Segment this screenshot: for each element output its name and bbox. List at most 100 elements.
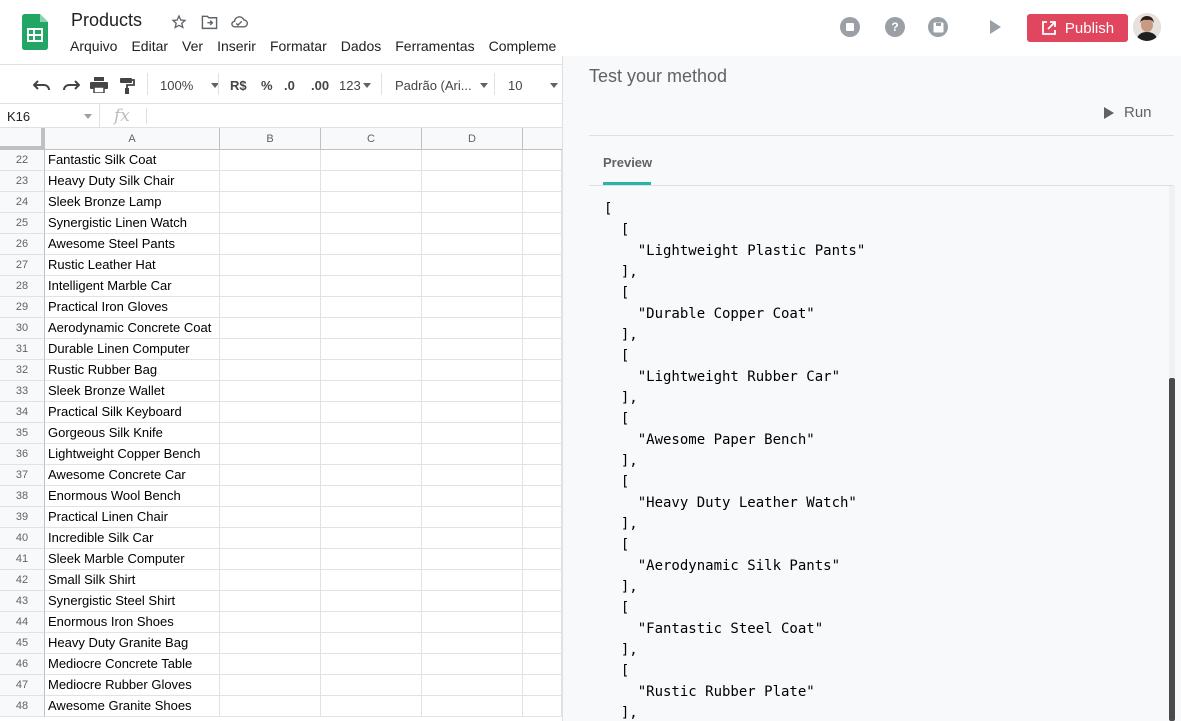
percent-format-button[interactable]: %: [261, 76, 273, 94]
cell-a[interactable]: Enormous Wool Bench: [45, 486, 220, 507]
column-header-b[interactable]: B: [220, 128, 321, 150]
cell-a[interactable]: Intelligent Marble Car: [45, 276, 220, 297]
cell-a[interactable]: Synergistic Steel Shirt: [45, 591, 220, 612]
more-formats-button[interactable]: 123: [339, 76, 371, 94]
row-header[interactable]: 41: [0, 549, 45, 570]
cell-d[interactable]: [422, 675, 523, 696]
row-header[interactable]: 26: [0, 234, 45, 255]
undo-icon[interactable]: [33, 76, 51, 94]
cell-b[interactable]: [220, 423, 321, 444]
cell-d[interactable]: [422, 234, 523, 255]
cell-c[interactable]: [321, 570, 422, 591]
cell-b[interactable]: [220, 528, 321, 549]
cell-d[interactable]: [422, 318, 523, 339]
tab-preview[interactable]: Preview: [603, 155, 652, 170]
row-header[interactable]: 45: [0, 633, 45, 654]
cell-d[interactable]: [422, 528, 523, 549]
cell-d[interactable]: [422, 654, 523, 675]
cell-c[interactable]: [321, 528, 422, 549]
cell-e[interactable]: [523, 465, 562, 486]
font-size-select[interactable]: 10: [508, 76, 559, 94]
cell-c[interactable]: [321, 507, 422, 528]
row-header[interactable]: 24: [0, 192, 45, 213]
cell-e[interactable]: [523, 612, 562, 633]
cell-b[interactable]: [220, 213, 321, 234]
cell-a[interactable]: Heavy Duty Silk Chair: [45, 171, 220, 192]
column-header-d[interactable]: D: [422, 128, 523, 150]
cell-b[interactable]: [220, 507, 321, 528]
row-header[interactable]: 22: [0, 150, 45, 171]
row-header[interactable]: 43: [0, 591, 45, 612]
menu-inserir[interactable]: Inserir: [217, 38, 256, 54]
cell-d[interactable]: [422, 612, 523, 633]
cell-a[interactable]: Gorgeous Silk Knife: [45, 423, 220, 444]
menu-ferramentas[interactable]: Ferramentas: [395, 38, 474, 54]
cell-e[interactable]: [523, 255, 562, 276]
row-header[interactable]: 33: [0, 381, 45, 402]
cell-e[interactable]: [523, 591, 562, 612]
cell-c[interactable]: [321, 234, 422, 255]
row-header[interactable]: 23: [0, 171, 45, 192]
cell-b[interactable]: [220, 192, 321, 213]
cell-c[interactable]: [321, 591, 422, 612]
cell-c[interactable]: [321, 486, 422, 507]
menu-ver[interactable]: Ver: [182, 38, 203, 54]
cell-c[interactable]: [321, 633, 422, 654]
menu-dados[interactable]: Dados: [341, 38, 381, 54]
row-header[interactable]: 48: [0, 696, 45, 717]
cell-d[interactable]: [422, 549, 523, 570]
select-all-corner[interactable]: [0, 128, 45, 150]
cell-e[interactable]: [523, 633, 562, 654]
row-header[interactable]: 34: [0, 402, 45, 423]
cell-b[interactable]: [220, 255, 321, 276]
row-header[interactable]: 30: [0, 318, 45, 339]
cell-c[interactable]: [321, 360, 422, 381]
cell-c[interactable]: [321, 276, 422, 297]
cell-c[interactable]: [321, 150, 422, 171]
cell-e[interactable]: [523, 549, 562, 570]
save-icon[interactable]: [928, 17, 948, 37]
publish-button[interactable]: Publish: [1027, 14, 1128, 42]
cell-b[interactable]: [220, 150, 321, 171]
cell-e[interactable]: [523, 150, 562, 171]
cell-c[interactable]: [321, 213, 422, 234]
cell-a[interactable]: Enormous Iron Shoes: [45, 612, 220, 633]
cell-a[interactable]: Awesome Granite Shoes: [45, 696, 220, 717]
cell-d[interactable]: [422, 150, 523, 171]
cell-c[interactable]: [321, 696, 422, 717]
cell-e[interactable]: [523, 570, 562, 591]
cell-a[interactable]: Practical Iron Gloves: [45, 297, 220, 318]
print-icon[interactable]: [90, 76, 108, 94]
cell-e[interactable]: [523, 192, 562, 213]
cell-a[interactable]: Mediocre Rubber Gloves: [45, 675, 220, 696]
zoom-select[interactable]: 100%: [160, 76, 220, 94]
scrollbar-thumb[interactable]: [1169, 378, 1175, 721]
help-icon[interactable]: ?: [885, 17, 905, 37]
font-select[interactable]: Padrão (Ari...: [395, 76, 488, 94]
cell-e[interactable]: [523, 654, 562, 675]
column-header-c[interactable]: C: [321, 128, 422, 150]
cell-d[interactable]: [422, 507, 523, 528]
cell-e[interactable]: [523, 696, 562, 717]
row-header[interactable]: 27: [0, 255, 45, 276]
cell-c[interactable]: [321, 297, 422, 318]
cell-d[interactable]: [422, 297, 523, 318]
paint-format-icon[interactable]: [119, 76, 135, 94]
star-icon[interactable]: [168, 11, 190, 33]
cell-d[interactable]: [422, 213, 523, 234]
cell-d[interactable]: [422, 486, 523, 507]
decrease-decimals-button[interactable]: .0: [284, 76, 295, 94]
cell-b[interactable]: [220, 633, 321, 654]
row-header[interactable]: 37: [0, 465, 45, 486]
cell-d[interactable]: [422, 381, 523, 402]
currency-format-button[interactable]: R$: [230, 76, 247, 94]
menu-complementos[interactable]: Compleme: [489, 38, 557, 54]
cell-a[interactable]: Sleek Marble Computer: [45, 549, 220, 570]
cell-c[interactable]: [321, 402, 422, 423]
cell-c[interactable]: [321, 192, 422, 213]
cell-a[interactable]: Rustic Leather Hat: [45, 255, 220, 276]
cell-e[interactable]: [523, 381, 562, 402]
cell-e[interactable]: [523, 318, 562, 339]
cell-b[interactable]: [220, 696, 321, 717]
cell-c[interactable]: [321, 444, 422, 465]
